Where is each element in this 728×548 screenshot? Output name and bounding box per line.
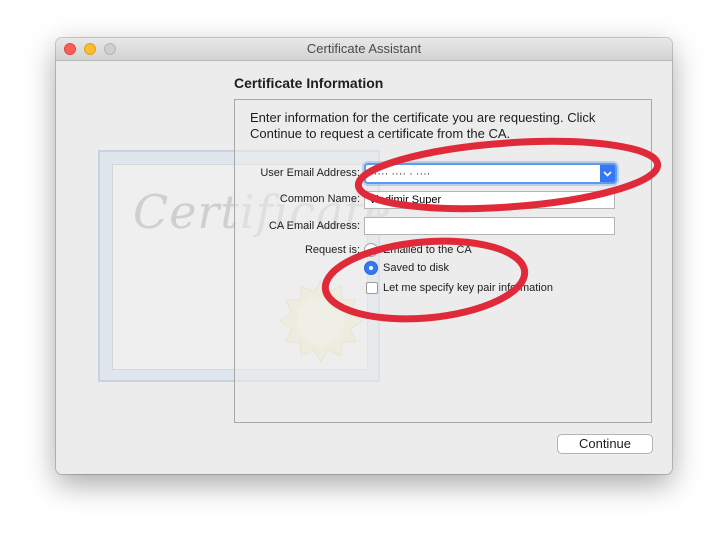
form-panel: Enter information for the certificate yo…	[234, 99, 652, 423]
intro-text: Enter information for the certificate yo…	[250, 110, 596, 141]
certificate-assistant-window: Certificate Assistant Certificate Certif…	[56, 38, 672, 474]
title-bar[interactable]: Certificate Assistant	[56, 38, 672, 61]
continue-button[interactable]: Continue	[557, 434, 653, 454]
user-email-dropdown-button[interactable]	[600, 165, 615, 182]
chevron-down-icon	[603, 171, 612, 177]
ca-email-label: CA Email Address:	[268, 220, 360, 232]
page-title: Certificate Information	[234, 75, 384, 91]
saved-to-disk-label[interactable]: Saved to disk	[383, 262, 449, 274]
common-name-label: Common Name:	[279, 193, 360, 205]
common-name-input[interactable]: Vladimir Super	[364, 191, 615, 209]
user-email-select[interactable]: ····· ···· · ····	[364, 163, 617, 184]
key-pair-checkbox[interactable]	[366, 282, 378, 294]
request-is-label: Request is:	[304, 244, 360, 256]
window-title: Certificate Assistant	[306, 41, 422, 56]
emailed-to-ca-radio[interactable]	[364, 243, 378, 257]
ca-email-input[interactable]	[364, 217, 615, 235]
saved-to-disk-radio[interactable]	[364, 261, 378, 275]
user-email-label: User Email Address:	[260, 167, 360, 179]
user-email-value: ····· ···· · ····	[370, 168, 431, 180]
key-pair-label[interactable]: Let me specify key pair information	[383, 282, 553, 294]
emailed-to-ca-label[interactable]: Emailed to the CA	[383, 244, 472, 256]
